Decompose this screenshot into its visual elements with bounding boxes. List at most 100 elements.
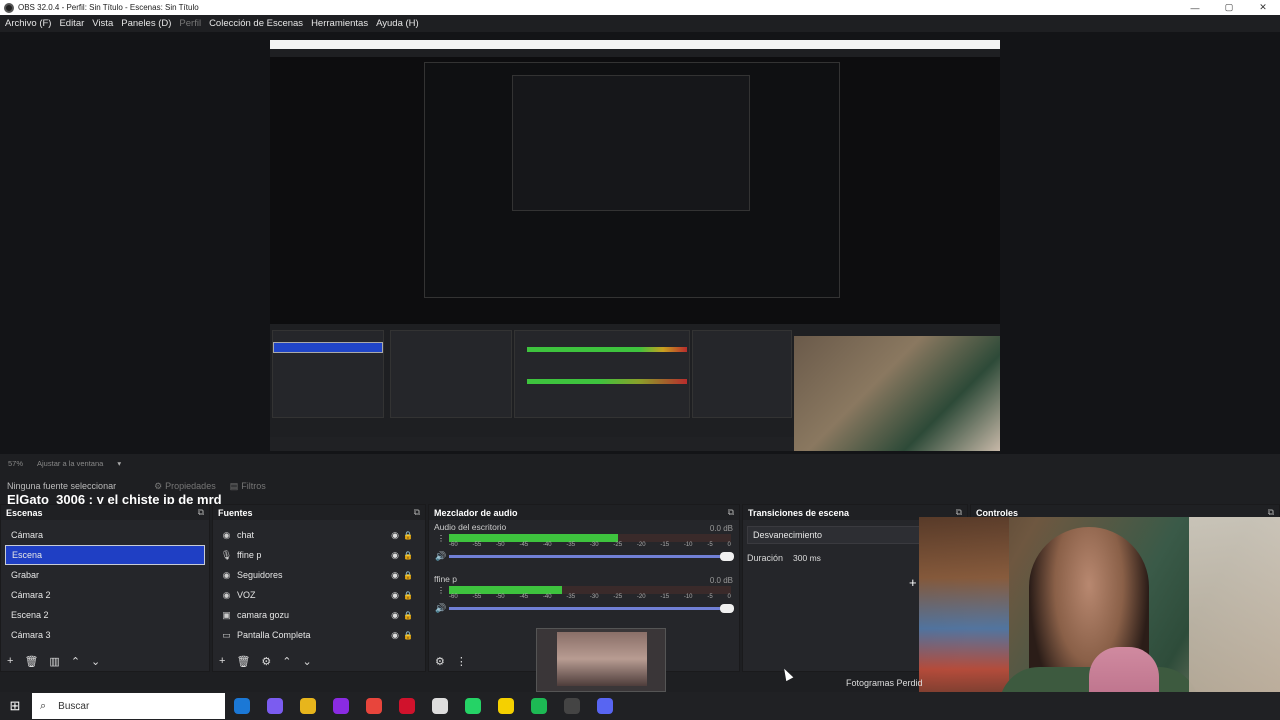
chevron-up-icon[interactable]: ⌃ [71,655,80,668]
minimize-button[interactable]: — [1178,0,1212,15]
source-item[interactable]: ◉ Seguidores ◉ 🔒 [217,565,421,585]
trash-icon[interactable]: 🗑 [236,655,250,668]
preview-recursive-capture-inner [512,75,750,211]
sticky-notes-icon[interactable] [489,692,522,720]
add-icon[interactable]: + [909,575,917,590]
discord-icon-glyph [596,698,613,714]
undock-icon[interactable]: ⧉ [728,507,734,518]
chevron-down-icon[interactable]: ⌄ [91,655,100,668]
edge-icon[interactable] [225,692,258,720]
chevron-up-icon[interactable]: ⌃ [282,655,291,668]
speaker-icon[interactable]: 🔊 [435,551,446,562]
discord-icon[interactable] [588,692,621,720]
sources-title: Fuentes [218,507,253,518]
menu-herramientas[interactable]: Herramientas [311,18,368,29]
opera-icon[interactable] [390,692,423,720]
scene-item[interactable]: Cámara [5,525,205,545]
menu-perfil[interactable]: Perfil [179,18,201,29]
sources-footer: + 🗑 ⚙ ⌃ ⌄ [213,651,425,671]
gear-icon[interactable]: ⚙ [261,655,271,668]
lock-icon[interactable]: 🔒 [403,631,413,640]
eye-icon[interactable]: ◉ [391,570,399,581]
volume-slider[interactable] [449,604,734,613]
zoom-level[interactable]: 57% [8,459,23,468]
taskbar-search[interactable]: ⌕ Buscar [32,693,225,719]
menu-ayuda[interactable]: Ayuda (H) [376,18,419,29]
undock-icon[interactable]: ⧉ [414,507,420,518]
scene-item[interactable]: Grabar [5,565,205,585]
program-preview[interactable] [270,40,1000,451]
chevron-down-icon[interactable]: ▾ [117,459,121,468]
eye-icon[interactable]: ◉ [391,610,399,621]
no-source-selected-label: Ninguna fuente seleccionar [7,481,117,491]
track-db: 0.0 dB [709,576,733,585]
preview-mini-taskbar [270,437,794,451]
properties-button[interactable]: ⚙ Propiedades [154,481,216,492]
tick-label: -45 [519,594,529,600]
source-item[interactable]: ◉ chat ◉ 🔒 [217,525,421,545]
browser-icon: ◉ [222,569,231,580]
lock-icon[interactable]: 🔒 [403,551,413,560]
gear-icon[interactable]: ⚙ [435,655,445,668]
chatgpt-icon[interactable] [423,692,456,720]
chrome-icon[interactable] [357,692,390,720]
chevron-down-icon[interactable]: ⌄ [303,655,312,668]
tick-label: -5 [707,594,713,600]
windows-start-icon[interactable]: ⊞ [0,692,30,720]
more-options-icon[interactable]: ⋮ [437,586,445,595]
spotify-icon[interactable] [522,692,555,720]
mixer-title: Mezclador de audio [434,507,518,518]
tick-label: -30 [589,594,599,600]
eye-icon[interactable]: ◉ [391,530,399,541]
slider-knob[interactable] [720,552,734,561]
filter-icon[interactable]: ▥ [49,655,59,668]
properties-label: Propiedades [165,481,216,491]
close-button[interactable]: ✕ [1246,0,1280,15]
filters-button[interactable]: ▤ Filtros [230,481,266,492]
tick-label: -25 [613,594,623,600]
file-explorer-icon[interactable] [291,692,324,720]
maximize-button[interactable]: ▢ [1212,0,1246,15]
scene-item[interactable]: Escena 2 [5,605,205,625]
lock-icon[interactable]: 🔒 [403,591,413,600]
lock-icon[interactable]: 🔒 [403,571,413,580]
menu-coleccion-escenas[interactable]: Colección de Escenas [209,18,303,29]
more-options-icon[interactable]: ⋮ [437,534,445,543]
slider-knob[interactable] [720,604,734,613]
eye-icon[interactable]: ◉ [391,550,399,561]
eye-icon[interactable]: ◉ [391,590,399,601]
taskbar-thumbnail-preview[interactable] [536,628,666,692]
menu-paneles[interactable]: Paneles (D) [121,18,171,29]
more-options-icon[interactable]: ⋮ [456,655,467,668]
undock-icon[interactable]: ⧉ [198,507,204,518]
source-item[interactable]: 🎙 ffine p ◉ 🔒 [217,545,421,565]
lock-icon[interactable]: 🔒 [403,611,413,620]
tick-label: 0 [727,542,731,548]
filters-label: Filtros [241,481,266,491]
source-item[interactable]: ▭ Pantalla Completa ◉ 🔒 [217,625,421,645]
obs-icon[interactable] [555,692,588,720]
trash-icon[interactable]: 🗑 [24,655,38,668]
whatsapp-icon[interactable] [456,692,489,720]
source-item[interactable]: ▣ camara gozu ◉ 🔒 [217,605,421,625]
add-icon[interactable]: + [219,655,225,667]
eye-icon[interactable]: ◉ [391,630,399,641]
volume-slider[interactable] [449,552,734,561]
speaker-icon[interactable]: 🔊 [435,603,446,614]
duration-input[interactable]: 300 ms [793,553,821,563]
menu-archivo[interactable]: Archivo (F) [5,18,51,29]
lock-icon[interactable]: 🔒 [403,531,413,540]
scene-item-selected[interactable]: Escena [5,545,205,565]
app-purple-icon[interactable] [324,692,357,720]
source-item[interactable]: ◉ VOZ ◉ 🔒 [217,585,421,605]
scene-item[interactable]: Cámara 3 [5,625,205,645]
fit-window-label[interactable]: Ajustar a la ventana [37,459,103,468]
tick-label: 0 [727,594,731,600]
add-icon[interactable]: + [7,655,13,667]
menu-editar[interactable]: Editar [59,18,84,29]
edge-icon-glyph [233,698,250,714]
copilot-icon[interactable] [258,692,291,720]
tick-label: -10 [683,594,693,600]
scene-item[interactable]: Cámara 2 [5,585,205,605]
menu-vista[interactable]: Vista [92,18,113,29]
